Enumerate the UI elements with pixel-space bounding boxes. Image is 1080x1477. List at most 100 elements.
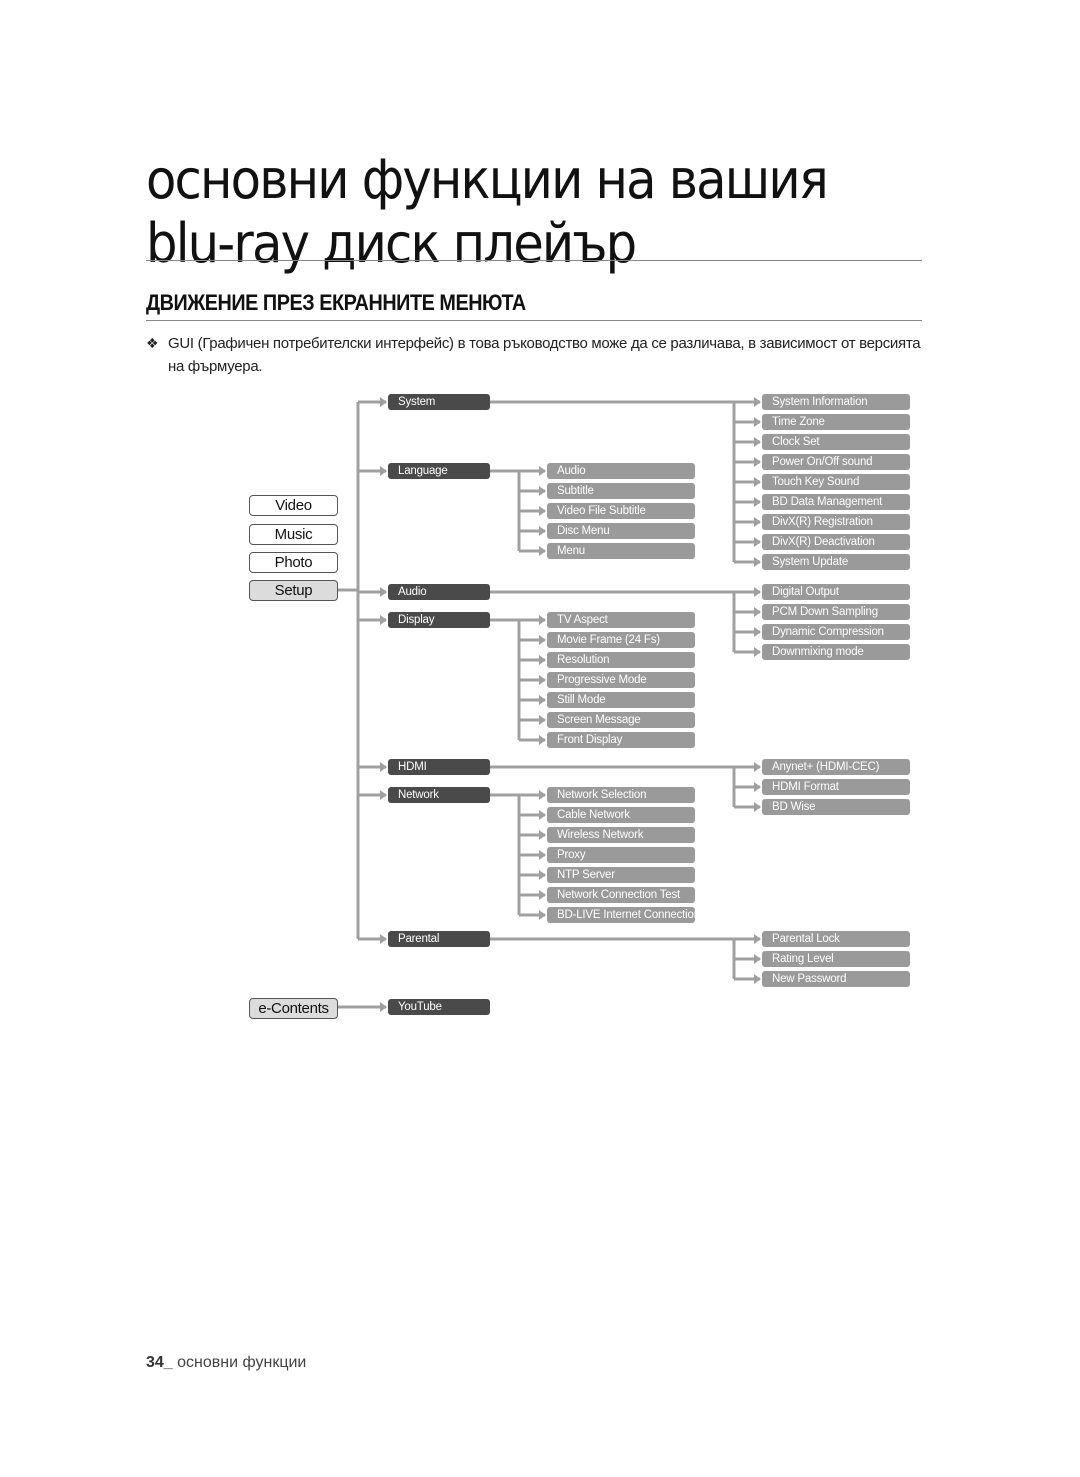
arrow-head-icon [754,517,761,527]
option-network-network-selection[interactable]: Network Selection [547,787,695,803]
arrow-head-icon [539,890,546,900]
footer-label: основни функции [177,1354,307,1371]
option-network-proxy[interactable]: Proxy [547,847,695,863]
arrow-head-icon [539,675,546,685]
arrow-head-icon [539,810,546,820]
arrow-head-icon [754,762,761,772]
arrow-head-icon [539,695,546,705]
arrow-head-icon [380,587,387,597]
option-network-ntp-server[interactable]: NTP Server [547,867,695,883]
option-display-still-mode[interactable]: Still Mode [547,692,695,708]
submenu-system[interactable]: System [388,394,490,410]
arrow-head-icon [754,974,761,984]
option-language-subtitle[interactable]: Subtitle [547,483,695,499]
option-language-menu[interactable]: Menu [547,543,695,559]
submenu-youtube[interactable]: YouTube [388,999,490,1015]
option-system-clock-set[interactable]: Clock Set [762,434,910,450]
arrow-head-icon [754,457,761,467]
option-audio-downmixing-mode[interactable]: Downmixing mode [762,644,910,660]
option-network-cable-network[interactable]: Cable Network [547,807,695,823]
option-network-bd-live-internet-connection[interactable]: BD-LIVE Internet Connection [547,907,695,923]
arrow-head-icon [539,486,546,496]
arrow-head-icon [380,762,387,772]
option-system-touch-key-sound[interactable]: Touch Key Sound [762,474,910,490]
main-menu-setup[interactable]: Setup [249,580,338,601]
arrow-head-icon [539,506,546,516]
arrow-head-icon [380,397,387,407]
option-display-progressive-mode[interactable]: Progressive Mode [547,672,695,688]
menu-diagram: Video Music Photo Setup e-Contents System Syst… [0,0,1080,1477]
arrow-head-icon [539,655,546,665]
option-system-time-zone[interactable]: Time Zone [762,414,910,430]
arrow-head-icon [380,1002,387,1012]
arrow-head-icon [539,830,546,840]
option-system-divx-r-deactivation[interactable]: DivX(R) Deactivation [762,534,910,550]
arrow-head-icon [754,782,761,792]
option-display-screen-message[interactable]: Screen Message [547,712,695,728]
option-language-disc-menu[interactable]: Disc Menu [547,523,695,539]
submenu-language[interactable]: Language [388,463,490,479]
arrow-head-icon [754,627,761,637]
arrow-head-icon [539,635,546,645]
arrow-head-icon [754,954,761,964]
arrow-head-icon [754,802,761,812]
main-menu-photo[interactable]: Photo [249,552,338,573]
arrow-head-icon [380,934,387,944]
option-language-video-file-subtitle[interactable]: Video File Subtitle [547,503,695,519]
arrow-head-icon [380,615,387,625]
arrow-head-icon [539,466,546,476]
option-hdmi-anynet-hdmi-cec[interactable]: Anynet+ (HDMI-CEC) [762,759,910,775]
option-parental-new-password[interactable]: New Password [762,971,910,987]
arrow-head-icon [754,477,761,487]
submenu-display[interactable]: Display [388,612,490,628]
main-menu-video[interactable]: Video [249,495,338,516]
arrow-head-icon [539,850,546,860]
main-menu-e-contents[interactable]: e-Contents [249,998,338,1019]
arrow-head-icon [380,790,387,800]
arrow-head-icon [380,466,387,476]
submenu-parental[interactable]: Parental [388,931,490,947]
option-audio-dynamic-compression[interactable]: Dynamic Compression [762,624,910,640]
option-system-bd-data-management[interactable]: BD Data Management [762,494,910,510]
arrow-head-icon [539,790,546,800]
submenu-audio[interactable]: Audio [388,584,490,600]
main-menu-music[interactable]: Music [249,524,338,545]
option-display-tv-aspect[interactable]: TV Aspect [547,612,695,628]
option-audio-digital-output[interactable]: Digital Output [762,584,910,600]
arrow-head-icon [754,397,761,407]
option-hdmi-bd-wise[interactable]: BD Wise [762,799,910,815]
arrow-head-icon [539,526,546,536]
option-system-system-update[interactable]: System Update [762,554,910,570]
submenu-network[interactable]: Network [388,787,490,803]
arrow-head-icon [754,647,761,657]
arrow-head-icon [754,557,761,567]
option-hdmi-hdmi-format[interactable]: HDMI Format [762,779,910,795]
option-system-power-on-off-sound[interactable]: Power On/Off sound [762,454,910,470]
arrow-head-icon [754,437,761,447]
option-network-network-connection-test[interactable]: Network Connection Test [547,887,695,903]
arrow-head-icon [539,735,546,745]
arrow-head-icon [754,587,761,597]
option-network-wireless-network[interactable]: Wireless Network [547,827,695,843]
page-number: 34_ [146,1354,173,1371]
arrow-head-icon [754,537,761,547]
arrow-head-icon [754,497,761,507]
option-display-front-display[interactable]: Front Display [547,732,695,748]
arrow-head-icon [539,715,546,725]
option-language-audio[interactable]: Audio [547,463,695,479]
option-system-system-information[interactable]: System Information [762,394,910,410]
option-display-movie-frame-24-fs[interactable]: Movie Frame (24 Fs) [547,632,695,648]
arrow-head-icon [754,607,761,617]
arrow-head-icon [539,615,546,625]
arrow-head-icon [539,910,546,920]
page-footer: 34_ основни функции [146,1354,306,1372]
option-system-divx-r-registration[interactable]: DivX(R) Registration [762,514,910,530]
option-display-resolution[interactable]: Resolution [547,652,695,668]
option-parental-parental-lock[interactable]: Parental Lock [762,931,910,947]
submenu-hdmi[interactable]: HDMI [388,759,490,775]
arrow-head-icon [754,934,761,944]
option-audio-pcm-down-sampling[interactable]: PCM Down Sampling [762,604,910,620]
option-parental-rating-level[interactable]: Rating Level [762,951,910,967]
arrow-head-icon [539,546,546,556]
arrow-head-icon [754,417,761,427]
